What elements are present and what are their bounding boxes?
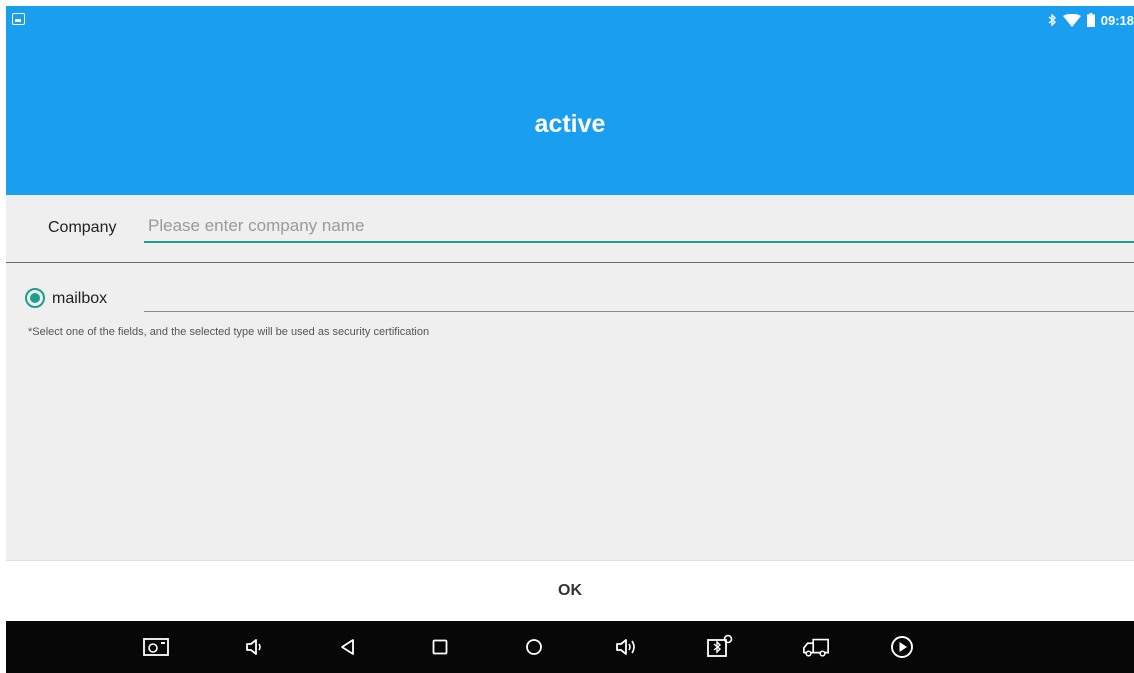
home-icon[interactable] [520, 633, 548, 661]
action-bar: OK [6, 560, 1134, 621]
bluetooth-icon [1048, 14, 1057, 26]
page-title: active [534, 110, 606, 138]
screenshot-icon[interactable] [142, 633, 170, 661]
mailbox-radio[interactable] [25, 288, 45, 308]
bluetooth-settings-icon[interactable] [706, 633, 734, 661]
wifi-icon [1062, 13, 1081, 27]
gallery-notification-icon [12, 13, 25, 25]
mailbox-input[interactable] [144, 284, 1134, 312]
company-row: Company [6, 195, 1134, 263]
volume-down-icon[interactable] [240, 633, 268, 661]
mailbox-row: mailbox [6, 264, 1134, 314]
truck-icon[interactable] [802, 633, 830, 661]
navigation-bar [6, 621, 1134, 673]
back-icon[interactable] [334, 633, 362, 661]
status-bar: 09:18 [6, 6, 1134, 34]
ok-button[interactable]: OK [6, 561, 1134, 621]
play-icon[interactable] [888, 633, 916, 661]
app-window: 09:18 active Company mailbox *Select one… [6, 6, 1134, 673]
recents-icon[interactable] [426, 633, 454, 661]
mailbox-label: mailbox [52, 290, 108, 307]
status-bar-right: 09:18 [1048, 6, 1134, 34]
battery-icon [1086, 13, 1095, 27]
status-time: 09:18 [1100, 12, 1134, 28]
certification-hint: *Select one of the fields, and the selec… [28, 326, 430, 338]
app-bar: active [6, 34, 1134, 195]
company-input[interactable] [144, 211, 1134, 243]
volume-up-icon[interactable] [612, 633, 640, 661]
company-label: Company [48, 219, 117, 236]
